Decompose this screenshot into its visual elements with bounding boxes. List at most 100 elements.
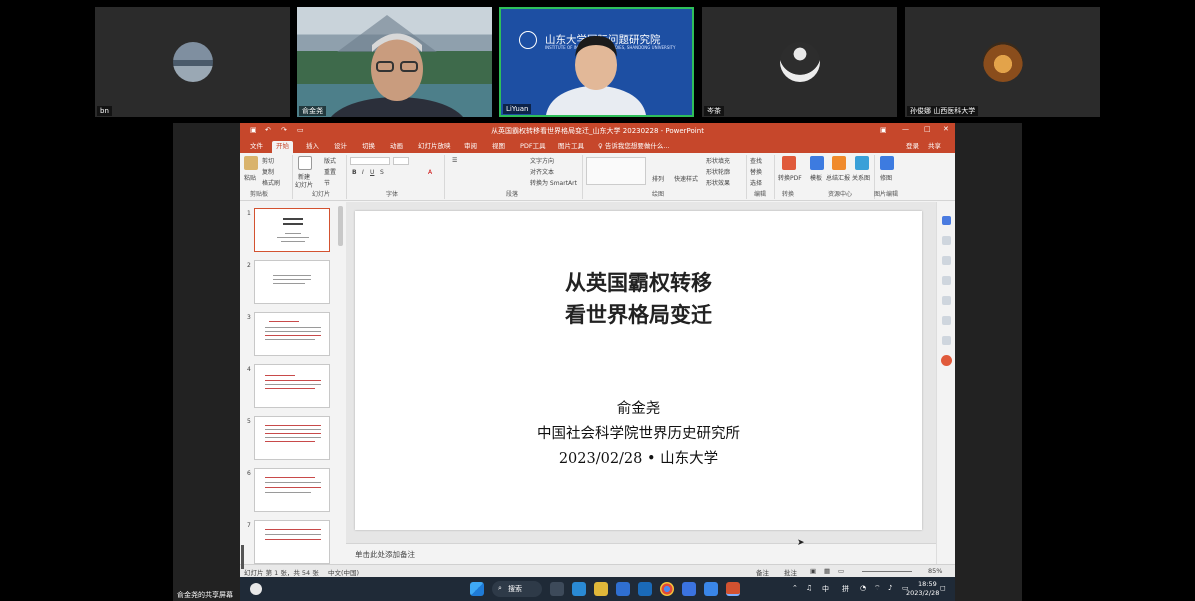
slide-thumbnail-6[interactable] (254, 468, 330, 512)
store-icon[interactable] (616, 582, 630, 596)
tool-icon[interactable] (942, 236, 951, 245)
chevron-up-icon[interactable]: ⌃ (792, 584, 798, 592)
paste-label[interactable]: 粘贴 (244, 173, 256, 182)
clock-time[interactable]: 18:59 (918, 580, 937, 588)
volume-icon[interactable]: ♪ (888, 584, 892, 592)
chrome-icon[interactable] (660, 582, 674, 596)
start-icon[interactable] (470, 582, 484, 596)
underline-icon[interactable]: U (370, 169, 374, 176)
task-view-icon[interactable] (550, 582, 564, 596)
tab-view[interactable]: 视图 (488, 141, 509, 153)
minimize-icon[interactable]: — (902, 125, 909, 133)
font-size-select[interactable] (393, 157, 409, 165)
clock-date[interactable]: 2023/2/28 (906, 589, 939, 597)
bold-icon[interactable]: B (352, 169, 357, 176)
slide-thumbnail-7[interactable] (254, 520, 330, 564)
reset-button[interactable]: 重置 (324, 167, 336, 176)
layout-button[interactable]: 版式 (324, 156, 336, 165)
tool-icon[interactable] (942, 256, 951, 265)
paste-icon[interactable] (244, 156, 258, 170)
network-icon[interactable]: ◔ (860, 584, 866, 592)
search-input[interactable]: ⌕ 搜索 (492, 581, 542, 597)
microphone-icon[interactable]: ♫ (806, 584, 812, 592)
shape-effects-button[interactable]: 形状效果 (706, 178, 730, 187)
ribbon-display-icon[interactable]: ▣ (880, 126, 887, 134)
notes-pane[interactable]: 单击此处添加备注 (346, 543, 936, 564)
find-button[interactable]: 查找 (750, 156, 762, 165)
section-button[interactable]: 节 (324, 178, 330, 187)
tab-insert[interactable]: 插入 (302, 141, 323, 153)
zoom-level[interactable]: 85% (928, 567, 942, 575)
tell-me-search[interactable]: ♀ 告诉我您想要做什么... (594, 141, 674, 153)
summary-button[interactable]: 总结汇报 (826, 173, 850, 182)
template-button[interactable]: 模板 (810, 173, 822, 182)
tab-design[interactable]: 设计 (330, 141, 351, 153)
signin-link[interactable]: 登录 (902, 141, 923, 153)
font-name-select[interactable] (350, 157, 390, 165)
powerpoint-taskbar-icon[interactable] (726, 582, 740, 596)
ime-chinese[interactable]: 中 (822, 584, 829, 594)
font-color-icon[interactable]: A (428, 169, 432, 176)
relation-button[interactable]: 关系图 (852, 173, 870, 182)
edge-icon[interactable] (572, 582, 586, 596)
tab-transitions[interactable]: 切换 (358, 141, 379, 153)
tool-icon[interactable] (942, 276, 951, 285)
close-icon[interactable]: ✕ (943, 125, 949, 133)
tool-icon[interactable] (942, 296, 951, 305)
format-painter-button[interactable]: 格式刷 (262, 178, 280, 187)
slide-thumbnail-2[interactable] (254, 260, 330, 304)
participant-tile-liyuan[interactable]: 山东大学国际问题研究院 INSTITUTE OF INTERNATIONAL S… (499, 7, 694, 117)
tool-icon[interactable] (942, 216, 951, 225)
ime-pinyin[interactable]: 拼 (842, 584, 849, 594)
share-button[interactable]: 共享 (924, 141, 945, 153)
participant-tile-sun[interactable]: 孙俊娜 山西医科大学 (905, 7, 1100, 117)
template-icon[interactable] (810, 156, 824, 170)
shapes-gallery[interactable] (586, 157, 646, 185)
meeting-app-icon[interactable] (682, 582, 696, 596)
summary-icon[interactable] (832, 156, 846, 170)
tab-animations[interactable]: 动画 (386, 141, 407, 153)
copy-button[interactable]: 复制 (262, 167, 274, 176)
zoom-slider[interactable] (862, 571, 912, 572)
slide-thumbnail-1[interactable] (254, 208, 330, 252)
shape-fill-button[interactable]: 形状填充 (706, 156, 730, 165)
file-explorer-icon[interactable] (594, 582, 608, 596)
tab-file[interactable]: 文件 (246, 141, 267, 153)
tab-picture-tools[interactable]: 图片工具 (554, 141, 588, 153)
comments-button[interactable]: 批注 (784, 567, 797, 577)
align-text-button[interactable]: 对齐文本 (530, 167, 554, 176)
tool-icon[interactable] (942, 336, 951, 345)
wifi-icon[interactable]: ⌔ (874, 584, 881, 593)
sorter-view-icon[interactable]: ▦ (824, 567, 830, 575)
image-edit-button[interactable]: 修图 (880, 173, 892, 182)
shape-outline-button[interactable]: 形状轮廓 (706, 167, 730, 176)
zoom-icon[interactable] (704, 582, 718, 596)
participant-tile-bn[interactable]: bn (95, 7, 290, 117)
slide-thumbnail-5[interactable] (254, 416, 330, 460)
image-edit-icon[interactable] (880, 156, 894, 170)
participant-tile-yu[interactable]: 俞金尧 (297, 7, 492, 117)
current-slide[interactable]: 从英国霸权转移 看世界格局变迁 俞金尧 中国社会科学院世界历史研究所 2023/… (355, 211, 922, 530)
arrange-button[interactable]: 排列 (652, 174, 664, 183)
thumbnail-scrollbar[interactable] (338, 206, 343, 246)
tool-icon[interactable] (941, 355, 952, 366)
text-direction-button[interactable]: 文字方向 (530, 156, 554, 165)
slide-thumbnail-3[interactable] (254, 312, 330, 356)
slide-scrollbar[interactable] (928, 204, 933, 514)
mail-icon[interactable] (638, 582, 652, 596)
notification-icon[interactable]: ◻ (940, 584, 946, 592)
participant-tile-cen[interactable]: 岑茶 (702, 7, 897, 117)
to-pdf-button[interactable]: 转换PDF (778, 173, 802, 182)
new-slide-label-2[interactable]: 幻灯片 (295, 180, 313, 189)
relation-icon[interactable] (855, 156, 869, 170)
cut-button[interactable]: 剪切 (262, 156, 274, 165)
maximize-icon[interactable]: □ (924, 125, 931, 133)
shadow-icon[interactable]: S (380, 169, 384, 176)
replace-button[interactable]: 替换 (750, 167, 762, 176)
tab-pdf-tools[interactable]: PDF工具 (516, 141, 550, 153)
notes-button[interactable]: 备注 (756, 567, 769, 577)
smartart-button[interactable]: 转换为 SmartArt (530, 178, 577, 187)
italic-icon[interactable]: I (362, 169, 364, 176)
select-button[interactable]: 选择 (750, 178, 762, 187)
tab-review[interactable]: 审阅 (460, 141, 481, 153)
